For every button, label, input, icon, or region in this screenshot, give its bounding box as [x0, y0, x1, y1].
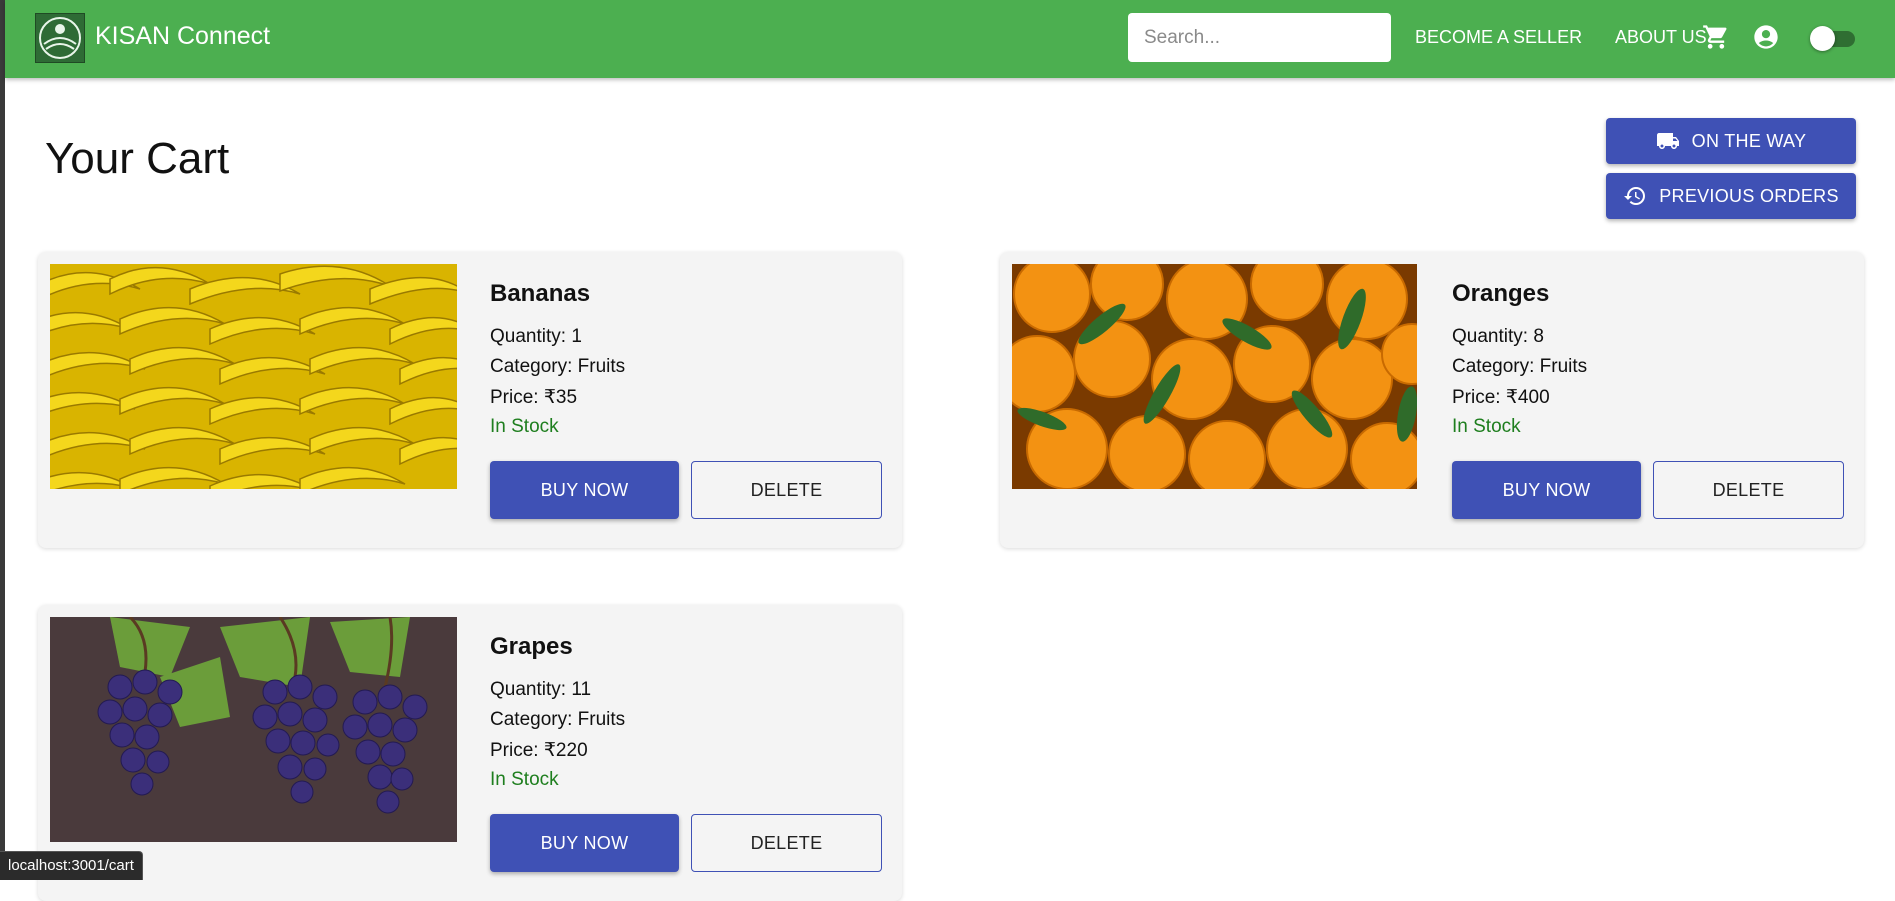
product-quantity: Quantity: 11: [490, 679, 592, 700]
cart-item-card: Grapes Quantity: 11 Category: Fruits Pri…: [38, 605, 902, 901]
buy-now-button[interactable]: BUY NOW: [1452, 461, 1641, 519]
cart-item-card: Bananas Quantity: 1 Category: Fruits Pri…: [38, 252, 902, 548]
product-image-oranges: [1012, 264, 1419, 489]
product-quantity: Quantity: 8: [1452, 326, 1544, 347]
truck-icon: [1656, 133, 1679, 149]
product-quantity: Quantity: 1: [490, 326, 582, 347]
product-category: Category: Fruits: [490, 356, 626, 377]
become-seller-link[interactable]: BECOME A SELLER: [1415, 27, 1582, 48]
theme-toggle-thumb[interactable]: [1810, 26, 1835, 51]
product-price: Price: ₹220: [490, 740, 588, 761]
window-edge: [0, 0, 5, 879]
delete-button[interactable]: DELETE: [691, 461, 882, 519]
stock-status: In Stock: [490, 416, 559, 437]
delete-button[interactable]: DELETE: [1653, 461, 1844, 519]
stock-status: In Stock: [490, 769, 559, 790]
on-the-way-button[interactable]: ON THE WAY: [1606, 118, 1856, 164]
previous-orders-button[interactable]: PREVIOUS ORDERS: [1606, 173, 1856, 219]
stock-status: In Stock: [1452, 416, 1521, 437]
product-name: Grapes: [490, 633, 573, 660]
brand-logo[interactable]: [35, 13, 85, 63]
product-image-grapes: [50, 617, 457, 842]
product-name: Oranges: [1452, 280, 1550, 307]
product-price: Price: ₹400: [1452, 387, 1550, 408]
product-category: Category: Fruits: [490, 709, 626, 730]
status-bar-url: localhost:3001/cart: [0, 851, 143, 880]
product-category: Category: Fruits: [1452, 356, 1588, 377]
buy-now-button[interactable]: BUY NOW: [490, 461, 679, 519]
product-price: Price: ₹35: [490, 387, 578, 408]
brand-name[interactable]: KISAN Connect: [95, 22, 270, 51]
delete-button[interactable]: DELETE: [691, 814, 882, 872]
app-bar: KISAN Connect BECOME A SELLER ABOUT US: [5, 0, 1895, 78]
account-circle-icon[interactable]: [1752, 23, 1780, 56]
search-input[interactable]: [1128, 13, 1391, 62]
about-us-link[interactable]: ABOUT US: [1615, 27, 1707, 48]
product-name: Bananas: [490, 280, 591, 307]
page-title: Your Cart: [45, 134, 230, 183]
on-the-way-label: ON THE WAY: [1691, 130, 1807, 151]
cart-icon[interactable]: [1702, 23, 1730, 56]
previous-orders-label: PREVIOUS ORDERS: [1659, 185, 1839, 206]
buy-now-button[interactable]: BUY NOW: [490, 814, 679, 872]
product-image-bananas: [50, 264, 457, 489]
history-icon: [1624, 187, 1646, 206]
cart-item-card: Oranges Quantity: 8 Category: Fruits Pri…: [1000, 252, 1864, 548]
